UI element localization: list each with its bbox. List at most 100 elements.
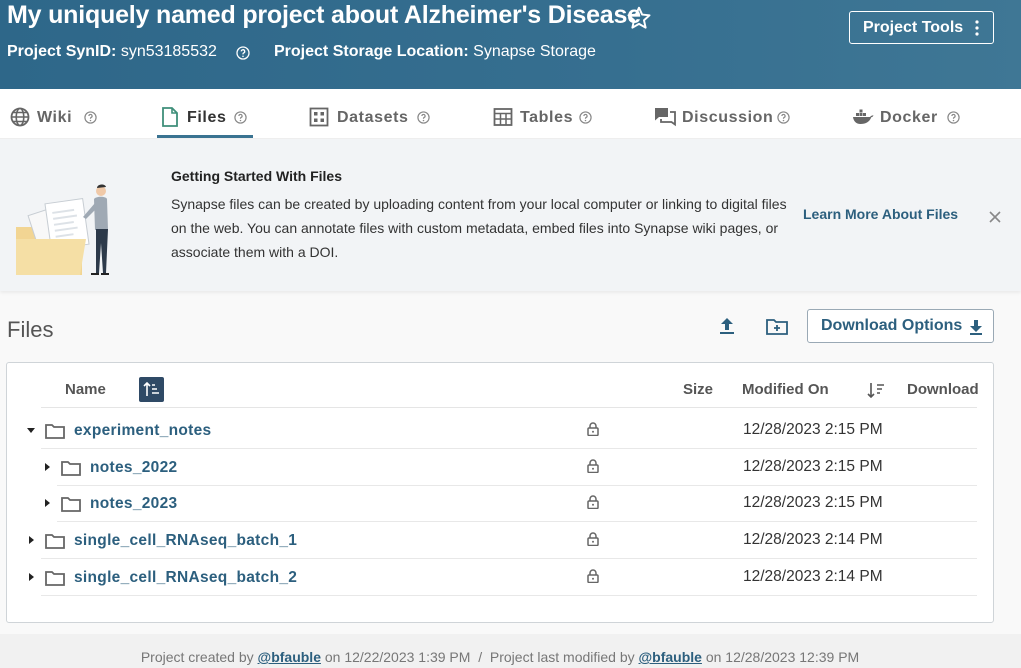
more-vertical-icon bbox=[975, 20, 979, 36]
files-illustration bbox=[16, 184, 109, 275]
storage-value: Synapse Storage bbox=[473, 43, 596, 60]
column-header-download: Download bbox=[907, 381, 979, 398]
lock-icon bbox=[587, 495, 599, 509]
created-on: on 12/22/2023 1:39 PM bbox=[324, 649, 471, 665]
tab-datasets[interactable]: Datasets bbox=[309, 89, 434, 139]
help-icon[interactable] bbox=[579, 111, 592, 124]
sort-name-button[interactable] bbox=[139, 377, 164, 402]
tab-wiki[interactable]: Wiki bbox=[10, 89, 110, 139]
help-icon[interactable] bbox=[236, 46, 250, 60]
modified-date: 12/28/2023 2:15 PM bbox=[743, 421, 883, 438]
tab-label: Tables bbox=[520, 109, 574, 126]
help-icon[interactable] bbox=[234, 111, 247, 124]
tab-label: Wiki bbox=[37, 109, 73, 126]
table-row[interactable]: single_cell_RNAseq_batch_2 12/28/2023 2:1… bbox=[7, 559, 993, 596]
folder-icon bbox=[45, 534, 65, 549]
tab-label: Docker bbox=[880, 109, 938, 126]
header-divider bbox=[41, 407, 977, 408]
lock-icon bbox=[587, 459, 599, 473]
table-row[interactable]: experiment_notes 12/28/2023 2:15 PM bbox=[7, 412, 993, 449]
tab-label: Discussion bbox=[682, 109, 774, 126]
download-icon bbox=[970, 320, 982, 335]
download-options-label: Download Options bbox=[821, 317, 963, 334]
table-icon bbox=[493, 108, 513, 126]
help-icon[interactable] bbox=[777, 111, 790, 124]
column-header-modified[interactable]: Modified On bbox=[742, 381, 829, 398]
modified-date: 12/28/2023 2:14 PM bbox=[743, 531, 883, 548]
tab-bar: Wiki Files Datasets Tables Discussion Do… bbox=[0, 89, 1021, 139]
files-table: Name Size Modified On Download experimen… bbox=[6, 362, 994, 623]
star-icon[interactable] bbox=[626, 5, 652, 31]
banner-body: Synapse files can be created by uploadin… bbox=[171, 196, 787, 260]
tab-discussion[interactable]: Discussion bbox=[654, 89, 794, 139]
files-section-title: Files bbox=[7, 317, 54, 342]
sort-ascending-icon bbox=[143, 381, 159, 396]
lock-icon bbox=[587, 569, 599, 583]
learn-more-link[interactable]: Learn More About Files bbox=[803, 206, 958, 222]
upload-icon[interactable] bbox=[718, 317, 736, 335]
synid-label: Project SynID: bbox=[7, 43, 117, 60]
modified-date: 12/28/2023 2:14 PM bbox=[743, 568, 883, 585]
created-prefix: Project created by bbox=[140, 649, 254, 665]
project-tools-button[interactable]: Project Tools bbox=[849, 11, 994, 44]
active-tab-indicator bbox=[157, 135, 253, 138]
table-row[interactable]: notes_2022 12/28/2023 2:15 PM bbox=[7, 449, 993, 486]
tab-tables[interactable]: Tables bbox=[493, 89, 598, 139]
modified-date: 12/28/2023 2:15 PM bbox=[743, 458, 883, 475]
discussion-icon bbox=[655, 108, 676, 127]
help-icon[interactable] bbox=[417, 111, 430, 124]
modified-on: on 12/28/2023 12:39 PM bbox=[705, 649, 860, 665]
footer-separator: / bbox=[478, 649, 483, 665]
globe-icon bbox=[10, 107, 30, 127]
synid-value: syn53185532 bbox=[120, 43, 217, 60]
column-header-name[interactable]: Name bbox=[65, 381, 106, 398]
banner-title: Getting Started With Files bbox=[171, 168, 342, 184]
add-folder-icon[interactable] bbox=[766, 318, 788, 335]
caret-down-icon[interactable] bbox=[26, 425, 36, 435]
synid-row: Project SynID: syn53185532 bbox=[7, 43, 217, 61]
help-icon[interactable] bbox=[84, 111, 97, 124]
lock-icon bbox=[587, 422, 599, 436]
project-header: My uniquely named project about Alzheime… bbox=[0, 0, 1021, 89]
folder-icon bbox=[45, 424, 65, 439]
project-title: My uniquely named project about Alzheime… bbox=[7, 1, 641, 29]
storage-row: Project Storage Location: Synapse Storag… bbox=[274, 43, 596, 61]
tab-label: Datasets bbox=[337, 109, 409, 126]
column-header-size[interactable]: Size bbox=[683, 381, 713, 398]
storage-label: Project Storage Location: bbox=[274, 43, 469, 60]
caret-right-icon[interactable] bbox=[42, 462, 52, 472]
page-footer: Project created by @bfauble on 12/22/202… bbox=[0, 634, 1021, 668]
file-icon bbox=[162, 107, 178, 127]
docker-icon bbox=[853, 109, 874, 124]
caret-right-icon[interactable] bbox=[42, 498, 52, 508]
table-row[interactable]: notes_2023 12/28/2023 2:15 PM bbox=[7, 485, 993, 522]
modified-user-link[interactable]: @bfauble bbox=[639, 649, 702, 665]
file-name-link[interactable]: notes_2022 bbox=[90, 459, 177, 477]
tab-docker[interactable]: Docker bbox=[852, 89, 964, 139]
help-icon[interactable] bbox=[947, 111, 960, 124]
footer-text: Project created by @bfauble on 12/22/202… bbox=[0, 649, 1000, 665]
modified-date: 12/28/2023 2:15 PM bbox=[743, 494, 883, 511]
project-tools-label: Project Tools bbox=[863, 19, 964, 36]
modified-prefix: Project last modified by bbox=[489, 649, 635, 665]
sort-icon[interactable] bbox=[867, 382, 885, 398]
file-name-link[interactable]: notes_2023 bbox=[90, 495, 177, 513]
folder-icon bbox=[61, 461, 81, 476]
tab-files[interactable]: Files bbox=[161, 89, 253, 139]
lock-icon bbox=[587, 532, 599, 546]
created-user-link[interactable]: @bfauble bbox=[258, 649, 321, 665]
dataset-icon bbox=[309, 107, 329, 127]
caret-right-icon[interactable] bbox=[26, 535, 36, 545]
close-icon[interactable] bbox=[988, 210, 1002, 224]
file-name-link[interactable]: single_cell_RNAseq_batch_1 bbox=[74, 532, 297, 550]
folder-icon bbox=[61, 497, 81, 512]
file-name-link[interactable]: experiment_notes bbox=[74, 422, 211, 440]
getting-started-banner: Getting Started With Files Synapse files… bbox=[0, 139, 1021, 291]
download-options-button[interactable]: Download Options bbox=[807, 309, 994, 343]
caret-right-icon[interactable] bbox=[26, 572, 36, 582]
row-divider bbox=[41, 595, 977, 596]
table-row[interactable]: single_cell_RNAseq_batch_1 12/28/2023 2:1… bbox=[7, 522, 993, 559]
tab-label: Files bbox=[187, 109, 227, 126]
file-name-link[interactable]: single_cell_RNAseq_batch_2 bbox=[74, 569, 297, 587]
folder-icon bbox=[45, 571, 65, 586]
